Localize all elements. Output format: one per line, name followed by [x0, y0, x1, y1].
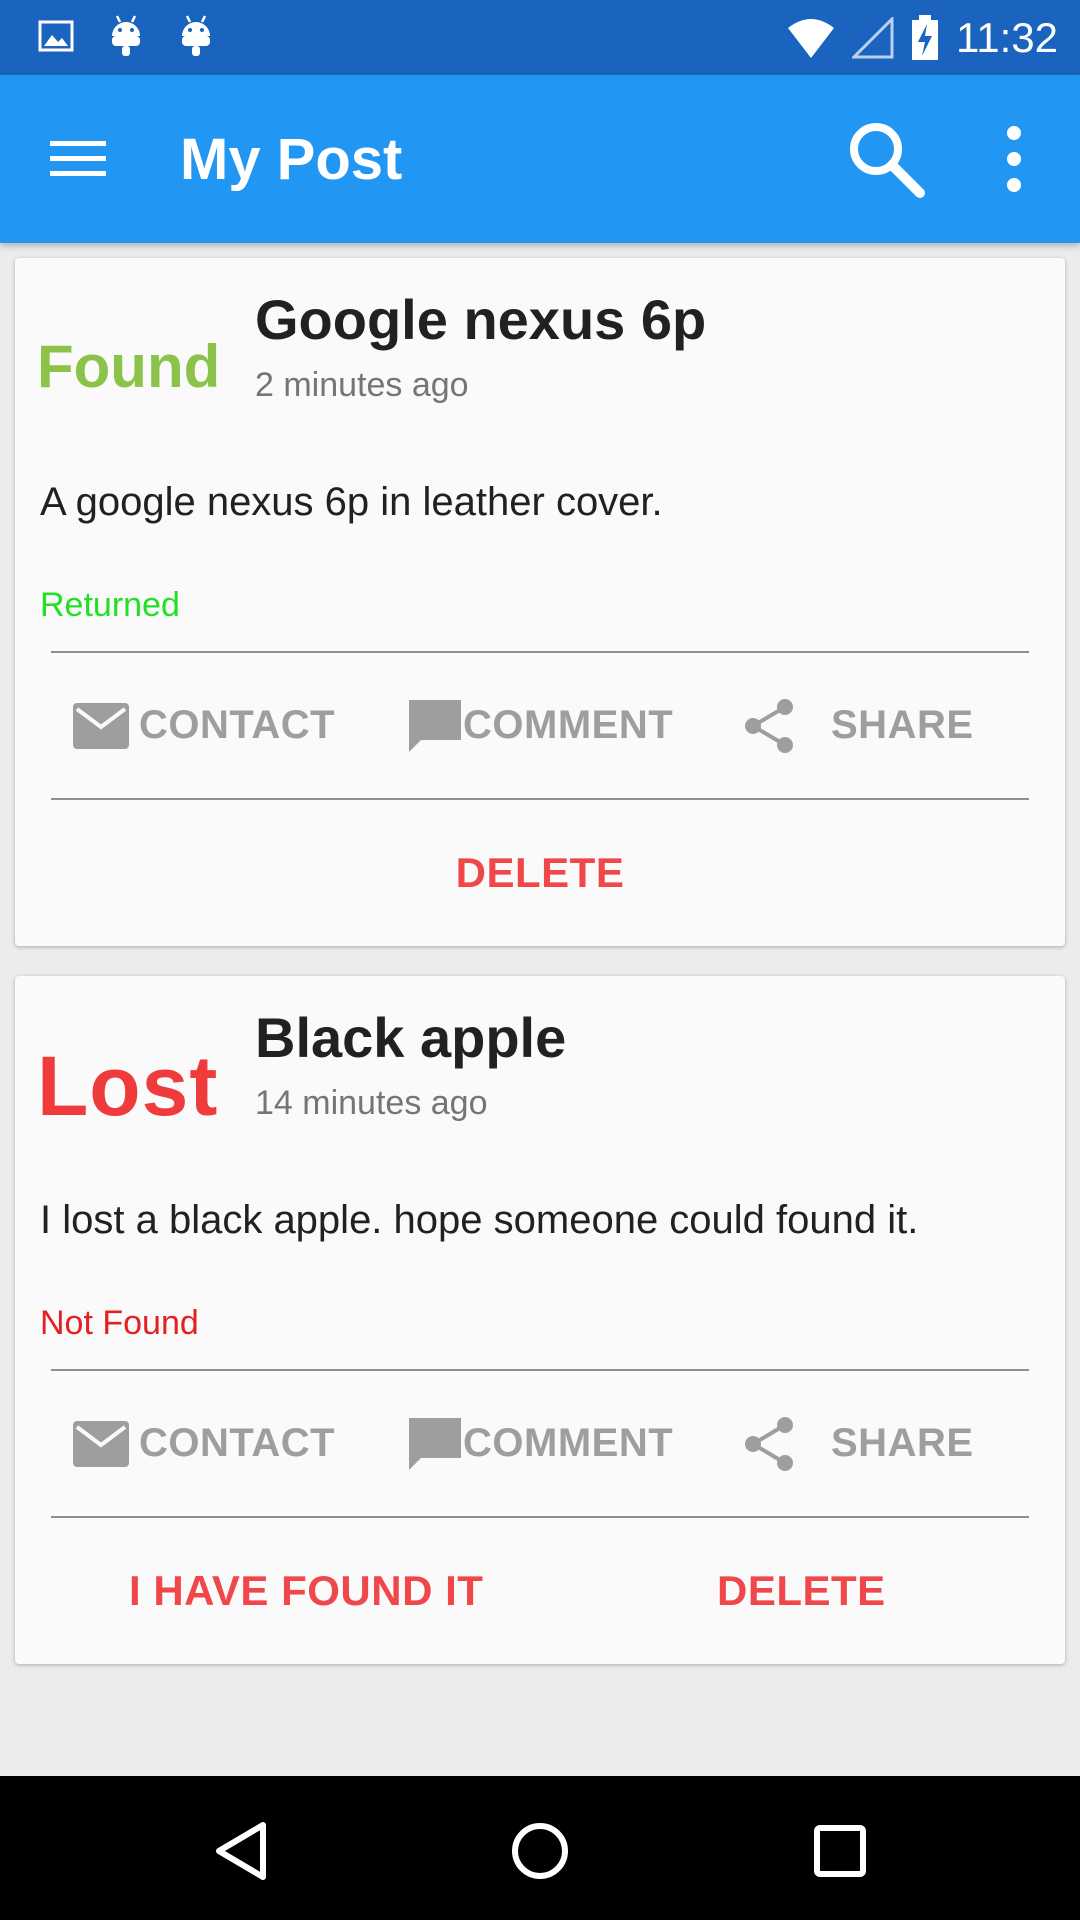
mail-icon [73, 1420, 129, 1467]
back-icon [216, 1822, 266, 1880]
post-type-badge: Found [37, 333, 221, 400]
post-status: Not Found [40, 1304, 199, 1342]
status-bar: 11:32 [0, 0, 1080, 75]
more-vert-icon [1007, 126, 1021, 192]
status-time: 11:32 [956, 14, 1058, 61]
post-footer: DELETE [15, 800, 1065, 946]
home-button[interactable] [495, 1806, 585, 1896]
post-title: Black apple [255, 1006, 567, 1069]
post-description: I lost a black apple. hope someone could… [40, 1198, 919, 1242]
share-label: SHARE [831, 703, 974, 747]
post-status: Returned [40, 586, 180, 624]
comment-button[interactable]: COMMENT [407, 1371, 673, 1516]
home-icon [512, 1823, 568, 1879]
menu-icon [50, 141, 106, 176]
comment-label: COMMENT [463, 1421, 674, 1465]
post-timestamp: 2 minutes ago [255, 366, 469, 404]
post-card: Lost Black apple 14 minutes ago I lost a… [15, 976, 1065, 1664]
contact-label: CONTACT [139, 703, 336, 747]
recents-icon [814, 1825, 866, 1877]
post-description: A google nexus 6p in leather cover. [40, 480, 663, 524]
signal-icon [852, 17, 894, 59]
contact-button[interactable]: CONTACT [73, 653, 335, 798]
back-button[interactable] [196, 1806, 286, 1896]
app-bar: My Post [0, 75, 1080, 243]
menu-button[interactable] [46, 131, 110, 187]
share-icon [745, 1416, 793, 1471]
status-system: 11:32 [786, 10, 1058, 66]
contact-button[interactable]: CONTACT [73, 1371, 335, 1516]
wifi-icon [788, 19, 834, 58]
system-nav-bar [0, 1776, 1080, 1920]
comment-button[interactable]: COMMENT [407, 653, 673, 798]
share-icon [745, 698, 793, 753]
post-actions: CONTACT COMMENT SHARE [15, 1371, 1065, 1516]
search-button[interactable] [844, 117, 928, 201]
share-label: SHARE [831, 1421, 974, 1465]
i-have-found-it-button[interactable]: I HAVE FOUND IT [129, 1518, 483, 1664]
contact-label: CONTACT [139, 1421, 336, 1465]
mail-icon [73, 702, 129, 749]
share-button[interactable]: SHARE [741, 653, 974, 798]
comment-icon [409, 1417, 461, 1470]
status-notifications [38, 14, 214, 58]
search-icon [850, 123, 925, 198]
delete-button[interactable]: DELETE [717, 1518, 886, 1664]
android-icon [112, 15, 140, 56]
comment-label: COMMENT [463, 703, 674, 747]
share-button[interactable]: SHARE [741, 1371, 974, 1516]
battery-charging-icon [912, 15, 938, 60]
post-card: Found Google nexus 6p 2 minutes ago A go… [15, 258, 1065, 946]
image-icon [38, 20, 74, 52]
post-timestamp: 14 minutes ago [255, 1084, 488, 1122]
post-title: Google nexus 6p [255, 288, 707, 351]
comment-icon [409, 699, 461, 752]
overflow-menu-button[interactable] [990, 119, 1038, 199]
page-title: My Post [180, 127, 403, 192]
recents-button[interactable] [795, 1806, 885, 1896]
post-footer: I HAVE FOUND IT DELETE [15, 1518, 1065, 1664]
post-actions: CONTACT COMMENT SHARE [15, 653, 1065, 798]
delete-button[interactable]: DELETE [15, 800, 1065, 946]
android-icon [182, 15, 210, 56]
post-type-badge: Lost [37, 1039, 219, 1133]
